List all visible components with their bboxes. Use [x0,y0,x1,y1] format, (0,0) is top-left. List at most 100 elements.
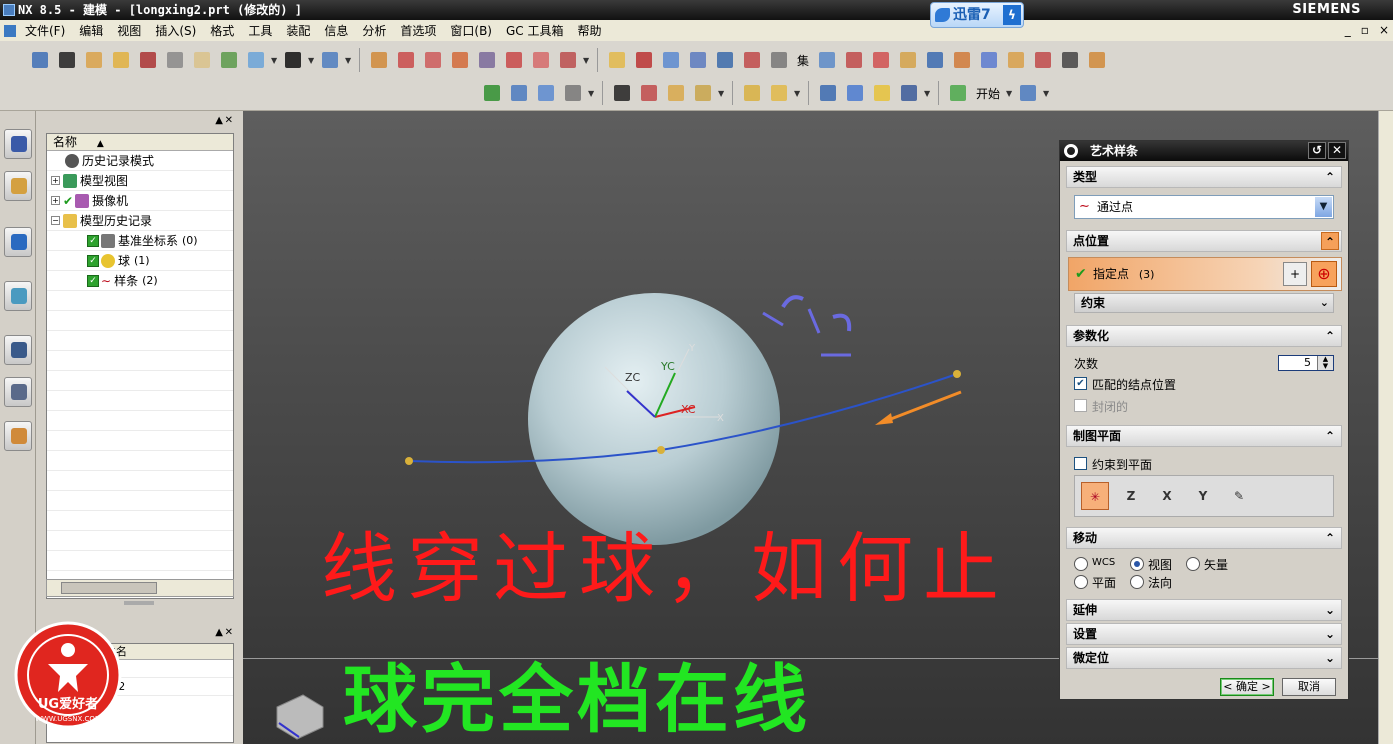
spinner-arrows-icon[interactable]: ▲ ▼ [1317,356,1333,370]
check-icon[interactable] [480,81,504,105]
menu-edit[interactable]: 编辑 [72,22,110,39]
analysis-icon[interactable] [691,81,715,105]
start-icon[interactable] [946,81,970,105]
reuse-library-icon[interactable] [4,281,32,311]
point-dialog-icon[interactable]: + [1283,262,1307,286]
section-type[interactable]: 类型 ⌃ [1066,166,1342,188]
offset-face-icon[interactable] [869,48,893,72]
menu-analysis[interactable]: 分析 [355,22,393,39]
chevron-down-icon[interactable]: ▼ [308,56,315,65]
subtract-icon[interactable] [529,48,553,72]
tool-icon[interactable] [897,81,921,105]
component-icon[interactable] [767,81,791,105]
point-icon[interactable] [659,48,683,72]
chevron-down-icon[interactable]: ▼ [345,56,352,65]
revolve-icon[interactable] [394,48,418,72]
fit-view-icon[interactable] [28,48,52,72]
z-plane-icon[interactable]: Z [1117,482,1145,510]
mirror-feature-icon[interactable] [923,48,947,72]
collapse-icon[interactable]: ⌃ [1321,327,1339,345]
minimize-icon[interactable]: _ [1345,23,1351,37]
restore-icon[interactable]: ▫ [1361,23,1369,37]
section-micro-position[interactable]: 微定位 ⌄ [1066,647,1342,669]
column-header[interactable]: 名称 ▲ [47,134,233,151]
close-icon[interactable]: × [1379,23,1389,37]
rotate-icon[interactable] [109,48,133,72]
assembly-navigator-icon[interactable] [4,129,32,159]
expand-icon[interactable]: + [51,196,60,205]
rotate-handle[interactable] [781,295,804,309]
part-navigator-icon[interactable] [4,171,32,201]
section-move[interactable]: 移动 ⌃ [1066,527,1342,549]
tree-node-model-views[interactable]: + 模型视图 [47,171,233,191]
pin-icon[interactable]: ▲ [215,115,223,126]
pencil-icon[interactable]: ✎ [1225,482,1253,510]
mesh-icon[interactable] [1031,48,1055,72]
visibility-checkbox[interactable]: ✓ [87,274,99,287]
chevron-down-icon[interactable]: ▼ [583,56,590,65]
close-icon[interactable]: ✕ [225,627,233,638]
through-curves-icon[interactable] [1004,48,1028,72]
move-view-radio[interactable] [1130,557,1144,571]
menu-preferences[interactable]: 首选项 [393,22,443,39]
menu-format[interactable]: 格式 [203,22,241,39]
tree-node-spline[interactable]: ✓ ∼ 样条 (2) [47,271,233,291]
match-knots-checkbox[interactable]: ✔ [1074,377,1087,390]
move-vector-radio[interactable] [1186,557,1200,571]
pin-icon[interactable]: ▲ [215,627,223,638]
chevron-down-icon[interactable]: ▼ [924,89,931,98]
panel-splitter[interactable] [124,601,154,605]
web-browser-icon[interactable] [4,227,32,257]
xunlei-floating-widget[interactable]: 迅雷7 ϟ [930,2,1024,28]
pen-icon[interactable] [843,81,867,105]
menu-assembly[interactable]: 装配 [279,22,317,39]
database-icon[interactable] [816,81,840,105]
specify-point-row[interactable]: ✔ 指定点 (3) + ⊕ [1068,257,1342,291]
split-body-icon[interactable] [842,48,866,72]
sphere-body[interactable] [528,293,780,545]
app-menu-icon[interactable] [4,24,16,37]
constrain-to-plane-checkbox[interactable] [1074,457,1087,470]
translate-handle[interactable] [807,308,821,334]
menu-view[interactable]: 视图 [110,22,148,39]
grid-icon[interactable] [637,81,661,105]
tree-node-history-mode[interactable]: 历史记录模式 [47,151,233,171]
chevron-down-icon[interactable]: ⌄ [1321,625,1339,643]
spline-pole-point[interactable] [657,446,665,454]
unite-icon[interactable] [502,48,526,72]
cube-icon[interactable] [1016,81,1040,105]
studio-surface-icon[interactable] [1058,48,1082,72]
table-icon[interactable] [534,81,558,105]
visibility-checkbox[interactable]: ✓ [87,254,99,267]
menu-file[interactable]: 文件(F) [18,22,72,39]
tree-node-datum-csys[interactable]: ✓ 基准坐标系 (0) [47,231,233,251]
box-icon[interactable] [190,48,214,72]
collapse-icon[interactable]: − [51,216,60,225]
background-color-icon[interactable] [281,48,305,72]
chevron-down-icon[interactable]: ▼ [794,89,801,98]
section-point-position[interactable]: 点位置 ⌃ [1066,230,1342,252]
degree-spinner[interactable]: 5 ▲ ▼ [1278,355,1334,371]
ring-icon[interactable] [870,81,894,105]
point-snap-icon[interactable]: ⊕ [1311,261,1337,287]
menu-insert[interactable]: 插入(S) [148,22,203,39]
tree-node-model-history[interactable]: − 模型历史记录 [47,211,233,231]
section-settings[interactable]: 设置 ⌄ [1066,623,1342,645]
ok-button[interactable]: < 确定 > [1220,678,1274,696]
close-icon[interactable]: ✕ [1328,142,1346,159]
translate-handle[interactable] [762,311,784,327]
menu-gc-toolbox[interactable]: GC 工具箱 [499,22,571,39]
shading-icon[interactable] [55,48,79,72]
chevron-down-icon[interactable]: ▼ [1006,89,1013,98]
view-plane-icon[interactable]: ✳ [1081,482,1109,510]
close-icon[interactable]: ✕ [225,115,233,126]
pan-icon[interactable] [82,48,106,72]
chevron-down-icon[interactable]: ⌄ [1320,294,1329,312]
block-icon[interactable] [475,48,499,72]
chamfer-icon[interactable] [713,48,737,72]
tree-node-sphere[interactable]: ✓ 球 (1) [47,251,233,271]
menu-tools[interactable]: 工具 [241,22,279,39]
collapse-icon[interactable]: ⌃ [1321,168,1339,186]
layer-icon[interactable] [163,48,187,72]
datum-plane-icon[interactable] [605,48,629,72]
